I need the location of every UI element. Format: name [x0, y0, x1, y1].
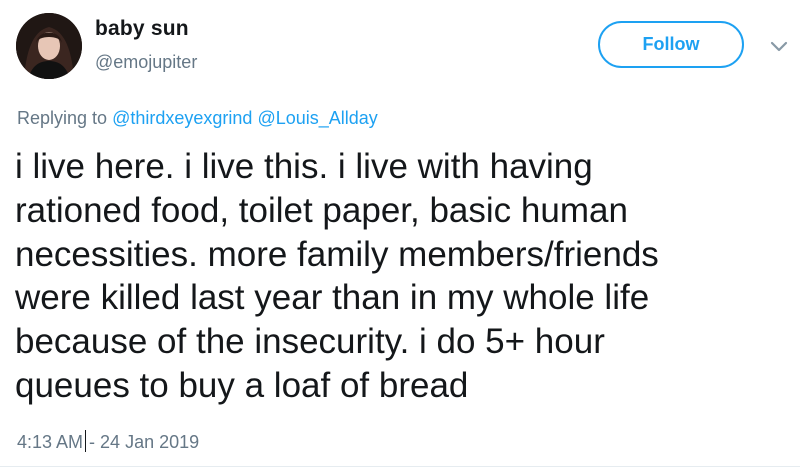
tweet-text-line: i live here. i live this. i live with ha… — [15, 147, 593, 186]
tweet-date: - 24 Jan 2019 — [89, 432, 200, 452]
avatar[interactable] — [16, 13, 82, 79]
divider — [0, 466, 800, 467]
display-name[interactable]: baby sun — [95, 17, 189, 41]
tweet-timestamp: 4:13 AM - 24 Jan 2019 — [17, 430, 199, 453]
tweet-text-line: rationed food, toilet paper, basic human — [15, 190, 628, 230]
replying-to-label: Replying to — [17, 108, 108, 128]
tweet-text-line: were killed last year than in my whole l… — [15, 278, 650, 318]
tweet-text-line: queues to buy a loaf of bread — [15, 365, 469, 405]
avatar-image — [16, 13, 82, 79]
mention-link[interactable]: @Louis_Allday — [257, 108, 377, 128]
tweet-card: baby sun @emojupiter Follow Replying to … — [0, 0, 800, 470]
user-handle[interactable]: @emojupiter — [95, 52, 197, 73]
mention-link[interactable]: @thirdxeyexgrind — [112, 108, 252, 128]
tweet-text-line: necessities. more family members/friends — [15, 234, 659, 274]
chevron-down-icon[interactable] — [768, 38, 790, 54]
tweet-text-line: because of the insecurity. i do 5+ hour — [15, 322, 605, 362]
replying-to: Replying to @thirdxeyexgrind @Louis_Alld… — [17, 108, 378, 129]
text-cursor — [85, 430, 87, 452]
tweet-text: i live here. i live this. i live with ha… — [15, 145, 755, 408]
tweet-time[interactable]: 4:13 AM — [17, 432, 83, 452]
follow-button[interactable]: Follow — [598, 21, 744, 68]
